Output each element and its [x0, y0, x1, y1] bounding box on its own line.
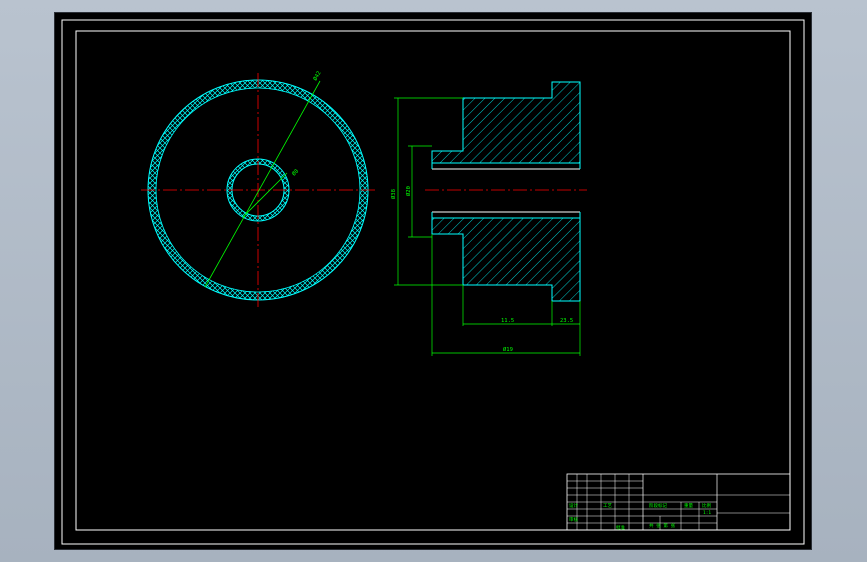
title-block[interactable]: 设计 审核 工艺 批准 阶段标记 重量 比例 1:1 共 张 第 张 [566, 473, 791, 531]
flange-length-label: 23.5 [560, 318, 573, 324]
outer-diameter-label: Ø42 [312, 70, 323, 82]
design-label: 设计 [569, 502, 578, 509]
cad-drawing: Ø42 Ø8 Ø38 Ø20 11.5 23.5 Ø19 设计 审核 工艺 批准… [61, 19, 805, 545]
bore-diameter-label: Ø8 [290, 168, 300, 178]
sheet-label: 共 张 第 张 [649, 522, 676, 529]
stage-label: 阶段标记 [649, 502, 667, 509]
scale-value: 1:1 [703, 510, 711, 516]
overall-height-label: Ø38 [390, 189, 397, 199]
upper-section-body [431, 81, 581, 164]
outer-frame [61, 19, 805, 545]
front-view: Ø42 Ø8 [141, 70, 375, 307]
bore-height-label: Ø20 [405, 186, 412, 196]
scale-label: 比例 [702, 502, 711, 509]
approve-label: 批准 [616, 524, 625, 531]
review-label: 审核 [569, 516, 578, 523]
section-view: Ø38 Ø20 11.5 23.5 Ø19 [390, 81, 587, 356]
weight-label: 重量 [684, 502, 693, 509]
inner-frame [75, 30, 791, 531]
overall-length-label: Ø19 [503, 346, 513, 353]
body-length-label: 11.5 [501, 318, 514, 324]
process-label: 工艺 [603, 503, 612, 509]
lower-section-body [431, 217, 581, 302]
drawing-viewport[interactable]: Ø42 Ø8 Ø38 Ø20 11.5 23.5 Ø19 设计 审核 工艺 批准… [55, 13, 811, 549]
outer-diameter-leader [204, 80, 321, 288]
